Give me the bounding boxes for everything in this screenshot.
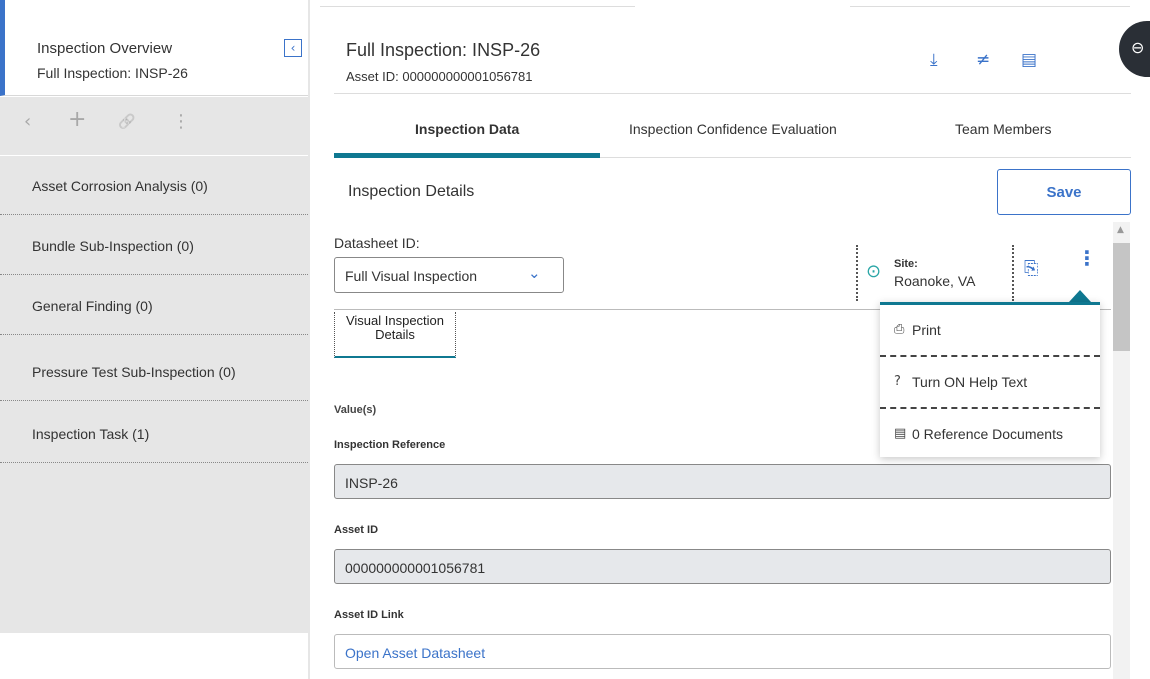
asset-id-link-field[interactable]: Open Asset Datasheet	[334, 634, 1111, 669]
site-label: Site:	[894, 258, 918, 270]
compare-icon[interactable]: ≠	[976, 50, 990, 70]
panel-toggle-icon: ⊖	[1131, 38, 1145, 57]
sidebar-item-label: Inspection Task (1)	[32, 426, 150, 442]
sidebar-item-label: Asset Corrosion Analysis (0)	[32, 178, 208, 194]
section-title: Inspection Details	[348, 183, 475, 200]
left-sidebar: Inspection Overview Full Inspection: INS…	[0, 0, 308, 679]
collapse-sidebar-icon[interactable]: ‹	[284, 39, 302, 57]
datasheet-selected-value: Full Visual Inspection	[345, 268, 478, 284]
subtab-visual-inspection-details[interactable]: Visual Inspection Details	[334, 312, 456, 358]
menu-caret	[1069, 290, 1091, 302]
menu-item-print[interactable]: ⎙ Print	[880, 305, 1100, 357]
inspection-reference-field[interactable]: INSP-26	[334, 464, 1111, 499]
sidebar-item-inspection-task[interactable]: Inspection Task (1)	[0, 404, 308, 463]
copy-document-icon[interactable]: ⎘	[1024, 258, 1038, 279]
menu-item-label: Turn ON Help Text	[912, 374, 1028, 390]
top-divider	[850, 6, 1130, 7]
help-icon: ?	[894, 374, 901, 389]
active-tab-indicator	[334, 153, 600, 158]
sidebar-item-asset-corrosion-analysis[interactable]: Asset Corrosion Analysis (0)	[0, 156, 308, 215]
tab-inspection-data[interactable]: Inspection Data	[415, 121, 519, 137]
tabs-divider	[600, 157, 1131, 158]
page-title: Full Inspection: INSP-26	[346, 40, 541, 60]
site-indicator[interactable]: ⊙ Site: Roanoke, VA	[856, 245, 1014, 301]
menu-item-help-text[interactable]: ? Turn ON Help Text	[880, 357, 1100, 409]
inspection-reference-value: INSP-26	[345, 475, 398, 491]
sidebar-item-label: General Finding (0)	[32, 298, 153, 314]
sidebar-list: Asset Corrosion Analysis (0) Bundle Sub-…	[0, 156, 308, 633]
back-icon[interactable]: ‹	[24, 111, 31, 132]
asset-id-value: 000000000001056781	[345, 560, 486, 576]
asset-id-label: Asset ID	[334, 524, 379, 536]
sidebar-item-bundle-sub-inspection[interactable]: Bundle Sub-Inspection (0)	[0, 216, 308, 275]
header-divider	[334, 93, 1131, 94]
sidebar-toolbar: ‹ + 🔗 ⋮	[0, 97, 308, 155]
more-vertical-icon[interactable]: ⋮	[172, 111, 190, 132]
sidebar-item-general-finding[interactable]: General Finding (0)	[0, 276, 308, 335]
chevron-down-icon: ⌄	[528, 264, 541, 282]
sidebar-subtitle: Full Inspection: INSP-26	[37, 65, 188, 81]
values-header: Value(s)	[334, 404, 377, 416]
sidebar-header[interactable]: Inspection Overview Full Inspection: INS…	[0, 0, 308, 96]
scroll-up-icon[interactable]: ▲	[1117, 225, 1124, 235]
menu-item-label: 0 Reference Documents	[912, 426, 1063, 442]
location-pin-icon: ⊙	[866, 261, 882, 282]
download-icon[interactable]: ⤓	[930, 50, 938, 70]
menu-item-label: Print	[912, 322, 941, 338]
sidebar-item-label: Pressure Test Sub-Inspection (0)	[32, 364, 236, 380]
scrollbar-thumb[interactable]	[1113, 243, 1130, 351]
tab-team-members[interactable]: Team Members	[955, 121, 1051, 137]
add-icon[interactable]: +	[68, 107, 86, 132]
asset-id-link-label: Asset ID Link	[334, 609, 404, 621]
more-options-icon[interactable]: ⋮	[1077, 248, 1097, 268]
top-divider	[320, 6, 635, 7]
more-options-menu: ⎙ Print ? Turn ON Help Text ▤ 0 Referenc…	[880, 302, 1100, 457]
sidebar-item-pressure-test-sub-inspection[interactable]: Pressure Test Sub-Inspection (0)	[0, 342, 308, 401]
document-icon: ▤	[894, 426, 907, 441]
datasheet-select[interactable]: Full Visual Inspection ⌄	[334, 257, 564, 293]
print-icon: ⎙	[894, 322, 905, 337]
save-button[interactable]: Save	[997, 169, 1131, 215]
inspection-reference-label: Inspection Reference	[334, 439, 446, 451]
datasheet-label: Datasheet ID:	[334, 235, 420, 251]
open-asset-datasheet-link[interactable]: Open Asset Datasheet	[345, 645, 485, 661]
page-subtitle: Asset ID: 000000000001056781	[346, 69, 533, 84]
sidebar-divider	[308, 0, 310, 679]
site-value: Roanoke, VA	[894, 273, 976, 289]
tab-inspection-confidence-evaluation[interactable]: Inspection Confidence Evaluation	[629, 121, 837, 137]
sidebar-item-label: Bundle Sub-Inspection (0)	[32, 238, 194, 254]
asset-id-field[interactable]: 000000000001056781	[334, 549, 1111, 584]
link-icon[interactable]: 🔗	[118, 114, 135, 130]
clipboard-icon[interactable]: ▤	[1021, 50, 1037, 70]
sidebar-title: Inspection Overview	[37, 40, 173, 57]
side-panel-toggle[interactable]: ⊖	[1119, 21, 1150, 77]
menu-item-reference-documents[interactable]: ▤ 0 Reference Documents	[880, 409, 1100, 461]
